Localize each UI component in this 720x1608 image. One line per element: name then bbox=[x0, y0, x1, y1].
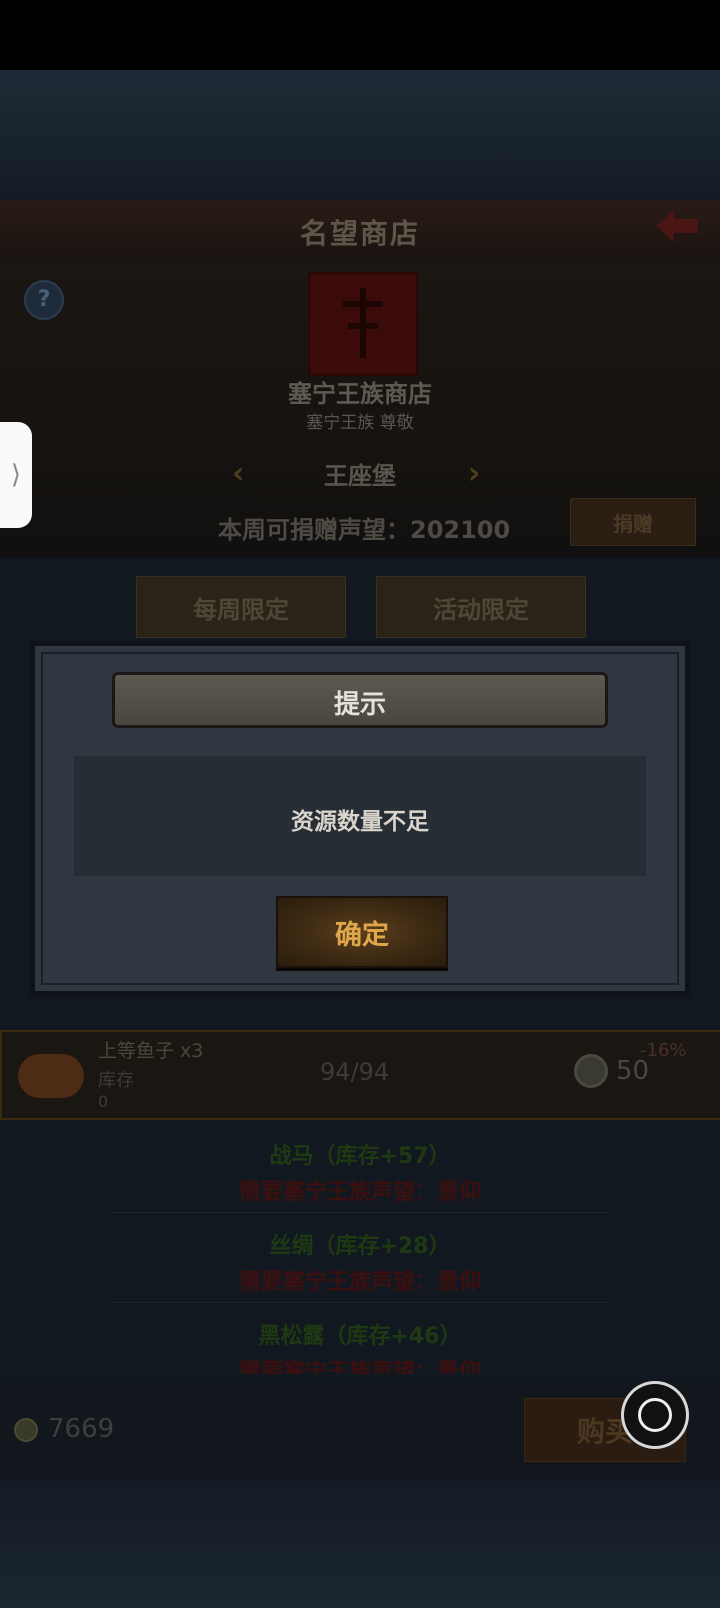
weekly-donation-info: 本周可捐赠声望：202100 bbox=[218, 516, 511, 544]
divider bbox=[110, 1212, 610, 1213]
currency-amount: 7669 bbox=[48, 1414, 115, 1444]
status-bar bbox=[0, 0, 720, 70]
background-lower bbox=[0, 1480, 720, 1608]
item-stock-value: 0 bbox=[98, 1092, 109, 1111]
tab-event-limited[interactable]: 活动限定 bbox=[376, 576, 586, 638]
tab-weekly-limited[interactable]: 每周限定 bbox=[136, 576, 346, 638]
requirement-text: 需要塞宁王族声望：景仰 bbox=[238, 1270, 481, 1295]
coin-icon bbox=[574, 1054, 608, 1088]
background-upper bbox=[0, 70, 720, 200]
faction-emblem-icon bbox=[343, 288, 383, 358]
donate-button[interactable]: 捐赠 bbox=[570, 498, 696, 546]
requirement-item-name: 战马（库存+57） bbox=[269, 1144, 451, 1169]
caviar-item-icon bbox=[18, 1054, 84, 1098]
loading-spinner-icon[interactable] bbox=[624, 1384, 686, 1446]
faction-banner bbox=[308, 272, 418, 376]
shop-name: 塞宁王族商店 bbox=[288, 380, 432, 408]
help-icon[interactable]: ? bbox=[24, 280, 64, 320]
shop-reputation: 塞宁王族 尊敬 bbox=[306, 413, 414, 433]
item-count: 94/94 bbox=[320, 1058, 390, 1086]
item-stock-label: 库存 bbox=[98, 1070, 134, 1091]
requirement-text: 需要塞宁王族声望：景仰 bbox=[238, 1360, 481, 1374]
item-price: 50 bbox=[616, 1056, 650, 1086]
location-name: 王座堡 bbox=[324, 462, 396, 490]
dialog-message: 资源数量不足 bbox=[291, 809, 429, 835]
next-location-arrow-icon[interactable]: › bbox=[468, 456, 480, 491]
divider bbox=[110, 1302, 610, 1303]
page-title: 名望商店 bbox=[299, 217, 420, 250]
requirement-item-name: 黑松露（库存+46） bbox=[258, 1324, 462, 1349]
dialog-title: 提示 bbox=[333, 690, 386, 720]
item-name: 上等鱼子 x3 bbox=[98, 1040, 204, 1062]
back-arrow-icon[interactable] bbox=[652, 206, 702, 246]
confirm-button[interactable]: 确定 bbox=[276, 896, 448, 968]
side-panel-handle[interactable]: ⟩ bbox=[0, 422, 32, 528]
requirement-text: 需要塞宁王族声望：景仰 bbox=[238, 1180, 481, 1205]
coin-icon bbox=[14, 1418, 38, 1442]
requirement-item-name: 丝绸（库存+28） bbox=[269, 1234, 451, 1259]
